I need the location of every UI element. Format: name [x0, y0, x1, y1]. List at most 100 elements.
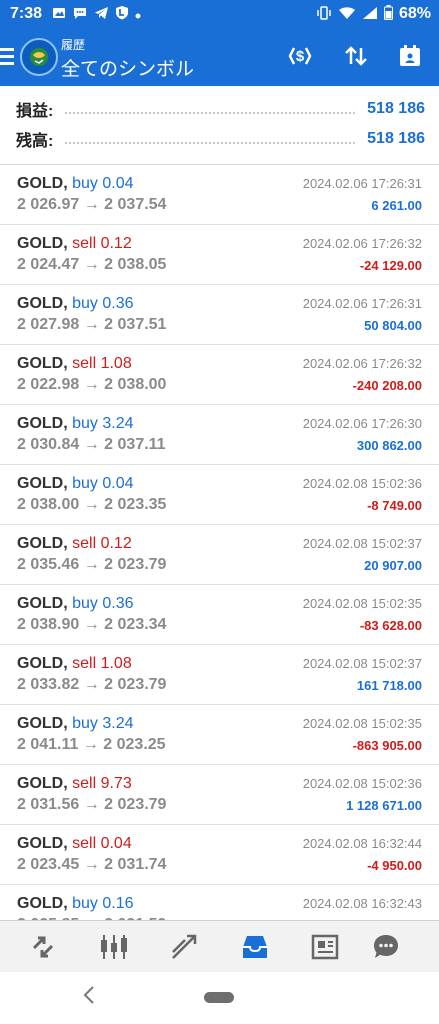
trade-symbol-line: GOLD, buy 0.04	[17, 475, 134, 493]
notification-icons	[52, 5, 141, 23]
trade-profit: 50 804.00	[364, 318, 422, 333]
home-pill[interactable]	[204, 992, 234, 1003]
trade-direction: sell 0.12	[72, 235, 132, 252]
trade-symbol: GOLD,	[17, 475, 68, 492]
trade-time: 2024.02.08 15:02:37	[302, 656, 422, 671]
trade-symbol: GOLD,	[17, 775, 68, 792]
quotes-icon[interactable]	[13, 921, 73, 973]
trade-symbol-line: GOLD, buy 0.04	[17, 175, 134, 193]
trade-prices: 2 035.46 → 2 023.79	[17, 556, 167, 573]
vibrate-icon	[316, 5, 332, 23]
trade-direction: buy 3.24	[72, 415, 134, 432]
trade-time: 2024.02.08 16:32:43	[302, 896, 422, 911]
trade-prices: 2 027.98 → 2 037.51	[17, 316, 167, 333]
profit-value: 518 186	[367, 100, 425, 117]
trade-time: 2024.02.06 17:26:32	[302, 356, 422, 371]
trade-time: 2024.02.08 15:02:36	[302, 476, 422, 491]
trade-profit: -24 129.00	[359, 258, 422, 273]
trade-time: 2024.02.08 15:02:35	[302, 716, 422, 731]
trade-direction: buy 0.36	[72, 595, 134, 612]
trade-symbol-line: GOLD, buy 3.24	[17, 415, 134, 433]
trade-row[interactable]: GOLD, buy 3.24 2 030.84 → 2 037.11 2024.02…	[0, 405, 439, 465]
trade-symbol: GOLD,	[17, 895, 68, 912]
bottom-nav	[0, 920, 439, 973]
trade-profit: 1 128 671.00	[346, 798, 422, 813]
battery-icon	[383, 5, 393, 23]
trade-time: 2024.02.08 16:32:44	[302, 836, 422, 851]
trade-symbol: GOLD,	[17, 715, 68, 732]
trade-prices: 2 030.84 → 2 037.11	[17, 436, 166, 453]
chart-icon[interactable]	[84, 921, 144, 973]
shield-icon	[115, 5, 129, 23]
trade-row[interactable]: GOLD, sell 1.08 2 033.82 → 2 023.79 2024.0…	[0, 645, 439, 705]
trade-profit: 161 718.00	[356, 678, 422, 693]
trade-profit: -8 749.00	[367, 498, 422, 513]
menu-icon[interactable]	[0, 44, 14, 68]
trade-time: 2024.02.06 17:26:31	[302, 296, 422, 311]
back-chevron-icon[interactable]	[82, 984, 96, 1013]
trade-direction: buy 0.04	[72, 175, 134, 192]
news-icon[interactable]	[296, 921, 356, 973]
signal-icon	[362, 6, 378, 23]
image-icon	[52, 6, 66, 23]
history-icon[interactable]	[225, 921, 285, 973]
trade-time: 2024.02.08 15:02:35	[302, 596, 422, 611]
trade-profit: 20 907.00	[364, 558, 422, 573]
dotted-leader	[65, 104, 356, 114]
trade-row[interactable]: GOLD, sell 0.12 2 035.46 → 2 023.79 2024.0…	[0, 525, 439, 585]
trade-icon[interactable]	[154, 921, 214, 973]
trade-row[interactable]: GOLD, buy 0.04 2 038.00 → 2 023.35 2024.02…	[0, 465, 439, 525]
trade-row[interactable]: GOLD, sell 1.08 2 022.98 → 2 038.00 2024.0…	[0, 345, 439, 405]
trade-symbol: GOLD,	[17, 175, 68, 192]
sort-icon[interactable]	[342, 42, 370, 70]
trade-direction: sell 0.04	[72, 835, 132, 852]
trade-symbol-line: GOLD, buy 0.36	[17, 595, 134, 613]
trade-prices: 2 041.11 → 2 023.25	[17, 736, 166, 753]
telegram-icon	[94, 6, 109, 23]
trade-symbol: GOLD,	[17, 235, 68, 252]
trade-profit: 6 261.00	[371, 198, 422, 213]
trade-direction: buy 3.24	[72, 715, 134, 732]
trade-row[interactable]: GOLD, buy 0.36 2 038.90 → 2 023.34 2024.02…	[0, 585, 439, 645]
trade-prices: 2 033.82 → 2 023.79	[17, 676, 167, 693]
trade-prices: 2 038.90 → 2 023.34	[17, 616, 167, 633]
trade-row[interactable]: GOLD, sell 0.12 2 024.47 → 2 038.05 2024.0…	[0, 225, 439, 285]
currency-filter-icon[interactable]: $	[286, 42, 314, 70]
trade-direction: sell 9.73	[72, 775, 132, 792]
trade-symbol-line: GOLD, sell 1.08	[17, 655, 132, 673]
battery-level: 68%	[398, 5, 431, 22]
balance-label: 残高:	[16, 133, 54, 150]
messages-icon[interactable]	[356, 921, 416, 973]
page-title[interactable]: 全てのシンボル	[61, 54, 194, 81]
trade-prices: 2 023.45 → 2 031.74	[17, 856, 167, 873]
trade-prices: 2 038.00 → 2 023.35	[17, 496, 167, 513]
trade-row[interactable]: GOLD, sell 0.04 2 023.45 → 2 031.74 2024.0…	[0, 825, 439, 885]
trade-row[interactable]: GOLD, buy 0.04 2 026.97 → 2 037.54 2024.02…	[0, 165, 439, 225]
trade-time: 2024.02.06 17:26:32	[302, 236, 422, 251]
app-bar-subtitle: 履歴	[61, 38, 86, 52]
trade-direction: buy 0.36	[72, 295, 134, 312]
status-time: 7:38	[10, 5, 43, 22]
trade-time: 2024.02.06 17:26:30	[302, 416, 422, 431]
app-bar: 履歴 全てのシンボル $	[0, 28, 439, 86]
balance-row: 残高: 518 186	[16, 126, 425, 152]
trade-profit: -83 628.00	[359, 618, 422, 633]
trade-profit: -863 905.00	[352, 738, 422, 753]
trade-row[interactable]: GOLD, sell 9.73 2 031.56 → 2 023.79 2024.0…	[0, 765, 439, 825]
trade-row[interactable]: GOLD, buy 0.162 025.85 → 2 031.592024.02…	[0, 885, 439, 920]
trade-prices: 2 031.56 → 2 023.79	[17, 796, 167, 813]
trade-row[interactable]: GOLD, buy 0.36 2 027.98 → 2 037.51 2024.02…	[0, 285, 439, 345]
trade-prices: 2 024.47 → 2 038.05	[17, 256, 167, 273]
trade-direction: sell 1.08	[72, 655, 132, 672]
trade-symbol-line: GOLD, sell 0.12	[17, 535, 132, 553]
summary-panel: 損益: 518 186 残高: 518 186	[0, 86, 439, 164]
trade-list[interactable]: GOLD, buy 0.04 2 026.97 → 2 037.54 2024.02…	[0, 165, 439, 920]
trade-row[interactable]: GOLD, buy 3.24 2 041.11 → 2 023.25 2024.02…	[0, 705, 439, 765]
calendar-icon[interactable]	[396, 42, 424, 70]
app-logo-icon[interactable]	[20, 38, 58, 76]
trade-time: 2024.02.08 15:02:36	[302, 776, 422, 791]
trade-direction: buy 0.04	[72, 475, 134, 492]
trade-symbol: GOLD,	[17, 835, 68, 852]
system-nav-bar	[0, 972, 439, 1024]
dotted-leader	[65, 134, 356, 144]
